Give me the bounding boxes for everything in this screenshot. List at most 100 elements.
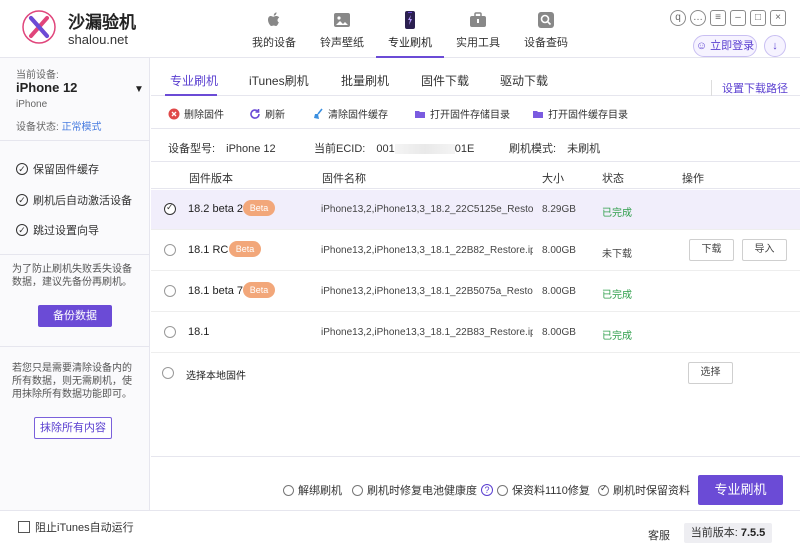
refresh-button[interactable]: 刷新 [249,106,285,121]
option-battery-repair[interactable]: 刷机时修复电池健康度 ? [352,482,493,498]
close-icon[interactable]: × [770,10,786,26]
apple-icon [268,12,280,26]
erase-all-button[interactable]: 抹除所有内容 [34,417,112,439]
row-radio[interactable] [164,202,176,215]
app-name: 沙漏验机 [68,13,136,32]
option-auto-activate[interactable]: ✓ 刷机后自动激活设备 [16,192,132,208]
ecid-suffix: 01E [454,143,475,155]
firmware-name: iPhone13,2,iPhone13,3_18.2_22C5125e_Rest… [321,204,533,215]
col-status: 状态 [602,173,624,185]
version-label: 当前版本: [690,527,738,539]
check-icon[interactable]: ✓ [16,224,28,236]
tab-bar: 专业刷机 iTunes刷机 批量刷机 固件下载 驱动下载 设置下载路径 [151,58,800,96]
tool-label: 打开固件缓存目录 [548,110,628,121]
tab-firmware-download[interactable]: 固件下载 [421,72,469,89]
device-model: iPhone [16,99,48,110]
device-selector[interactable]: iPhone 12 [16,80,77,95]
radio-icon[interactable] [352,484,363,496]
check-icon[interactable]: ✓ [16,194,28,206]
status-label: 设备状态: [16,122,59,133]
option-unbind-flash[interactable]: 解绑刷机 [283,482,342,498]
firmware-name: iPhone13,2,iPhone13,3_18.1_22B5075a_Rest… [321,286,533,297]
beta-badge: Beta [243,200,275,216]
delete-icon [168,108,180,119]
backup-button[interactable]: 备份数据 [38,305,112,327]
option-1110-repair[interactable]: 保资料1110修复 [497,482,590,498]
checkbox-icon[interactable] [18,521,30,533]
login-button[interactable]: ☺ 立即登录 [693,35,757,57]
radio-icon[interactable] [497,484,508,496]
nav-label: 我的设备 [252,37,296,49]
nav-pro-flash[interactable]: 专业刷机 [376,0,444,58]
device-caption: 当前设备: [16,70,59,81]
tab-itunes-flash[interactable]: iTunes刷机 [249,72,309,89]
window-controls: q … ≡ – □ × [670,10,786,26]
tab-driver-download[interactable]: 驱动下载 [500,72,548,89]
firmware-size: 8.29GB [542,204,576,215]
ecid-info: 当前ECID: 001 01E [314,140,474,156]
table-row[interactable]: 18.1 RC Beta iPhone13,2,iPhone13,3_18.1_… [151,231,800,271]
table-row[interactable]: 18.1 iPhone13,2,iPhone13,3_18.1_22B83_Re… [151,313,800,353]
tab-batch-flash[interactable]: 批量刷机 [341,72,389,89]
firmware-name: iPhone13,2,iPhone13,3_18.1_22B82_Restore… [321,245,533,256]
clear-cache-button[interactable]: 清除固件缓存 [312,106,388,121]
row-radio[interactable] [162,367,174,379]
table-row[interactable]: 18.2 beta 2 Beta iPhone13,2,iPhone13,3_1… [151,190,800,230]
option-label: 刷机后自动激活设备 [33,195,132,207]
support-link[interactable]: 客服 [648,527,670,543]
divider [0,346,150,347]
nav-tools[interactable]: 实用工具 [444,0,512,58]
row-radio[interactable] [164,285,176,297]
nav-my-device[interactable]: 我的设备 [240,0,308,58]
menu-icon[interactable]: ≡ [710,10,726,26]
local-firmware-row[interactable]: 选择本地固件 选择 [151,354,800,394]
col-actions: 操作 [682,173,704,185]
radio-icon[interactable] [283,484,294,496]
open-cache-dir-button[interactable]: 打开固件缓存目录 [532,106,628,121]
mode-label: 刷机模式: [509,143,557,155]
ecid-label: 当前ECID: [314,143,366,155]
option-keep-data[interactable]: 刷机时保留资料 [598,482,690,498]
option-skip-setup[interactable]: ✓ 跳过设置向导 [16,222,99,238]
feedback-icon[interactable]: q [670,10,686,26]
option-label: 保留固件缓存 [33,164,99,176]
refresh-icon [250,108,260,119]
nav-device-lookup[interactable]: 设备查码 [512,0,580,58]
download-icon[interactable]: ↓ [764,35,786,57]
download-button[interactable]: 下载 [689,239,734,261]
tab-pro-flash[interactable]: 专业刷机 [170,72,218,89]
set-download-path-link[interactable]: 设置下载路径 [711,80,788,96]
block-itunes-checkbox[interactable]: 阻止iTunes自动运行 [18,519,134,535]
table-row[interactable]: 18.1 beta 7 Beta iPhone13,2,iPhone13,3_1… [151,272,800,312]
firmware-name: iPhone13,2,iPhone13,3_18.1_22B83_Restore… [321,327,533,338]
image-icon [334,13,350,27]
nav-ringtone-wallpaper[interactable]: 铃声壁纸 [308,0,376,58]
app-logo [22,10,56,44]
toolbar: 删除固件 刷新 清除固件缓存 打开固件存储目录 打开固件缓存目录 [151,97,800,129]
import-button[interactable]: 导入 [742,239,787,261]
ecid-prefix: 001 [376,143,395,155]
col-name: 固件名称 [322,173,366,185]
flash-options-bar: 解绑刷机 刷机时修复电池健康度 ? 保资料1110修复 刷机时保留资料 专业刷机 [151,456,800,510]
status-bar: 阻止iTunes自动运行 客服 当前版本: 7.5.5 [0,510,800,543]
option-keep-cache[interactable]: ✓ 保留固件缓存 [16,161,99,177]
delete-firmware-button[interactable]: 删除固件 [168,106,224,121]
maximize-icon[interactable]: □ [750,10,766,26]
minimize-icon[interactable]: – [730,10,746,26]
firmware-version: 18.1 RC [188,244,229,256]
folder-icon [415,110,425,118]
row-radio[interactable] [164,244,176,256]
firmware-version: 18.1 [188,326,210,338]
main-nav: 我的设备 铃声壁纸 专业刷机 实用工具 设备查码 [240,0,580,58]
chat-icon[interactable]: … [690,10,706,26]
row-radio[interactable] [164,326,176,338]
check-icon[interactable]: ✓ [16,163,28,175]
open-storage-dir-button[interactable]: 打开固件存储目录 [414,106,510,121]
device-status: 设备状态: 正常模式 [16,118,102,133]
caret-down-icon[interactable]: ▼ [134,84,144,95]
help-icon[interactable]: ? [481,484,493,496]
radio-icon[interactable] [598,483,609,496]
choose-file-button[interactable]: 选择 [688,362,733,384]
pro-flash-button[interactable]: 专业刷机 [698,475,783,505]
table-header: 固件版本 固件名称 大小 状态 操作 [151,163,800,189]
